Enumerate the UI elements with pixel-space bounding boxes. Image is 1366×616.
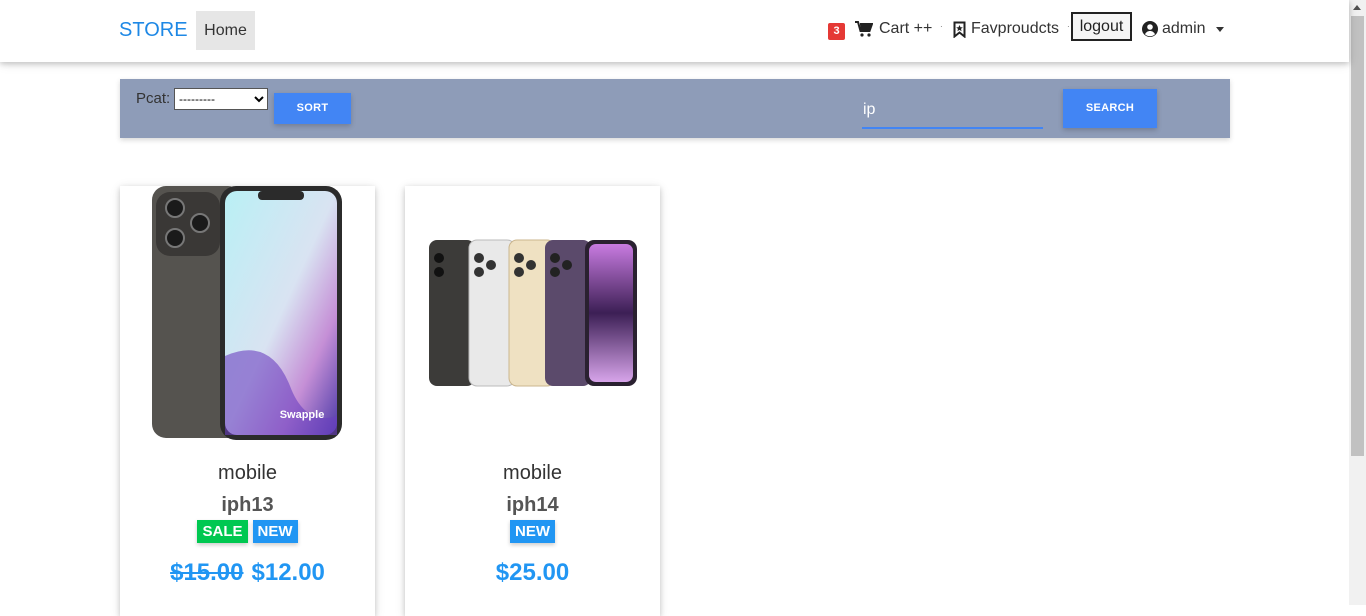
favproducts-label: Favproudcts bbox=[971, 20, 1060, 37]
search-button[interactable]: SEARCH bbox=[1063, 89, 1157, 128]
bookmark-icon bbox=[953, 21, 966, 38]
brand-logo[interactable]: STORE bbox=[119, 19, 188, 42]
product-price-block: $25.00 bbox=[405, 559, 660, 587]
search-input[interactable] bbox=[862, 93, 1043, 129]
new-badge: NEW bbox=[252, 520, 298, 543]
user-menu-dropdown[interactable]: admin bbox=[1142, 20, 1224, 38]
product-category: mobile bbox=[503, 462, 562, 484]
pcat-select[interactable]: --------- bbox=[174, 88, 268, 110]
product-tags: SALE NEW bbox=[120, 520, 375, 543]
cart-count-badge: 3 bbox=[828, 23, 845, 40]
pcat-label: Pcat: bbox=[136, 90, 171, 107]
product-card[interactable]: Swapple mobile iph13 SALE NEW $15.00 $12.… bbox=[120, 186, 375, 616]
chevron-down-icon bbox=[1215, 26, 1224, 32]
top-navbar: STORE Home 3 Cart ++ · Favproudcts · log… bbox=[0, 0, 1349, 62]
cart-label: Cart ++ bbox=[879, 20, 933, 37]
product-price-block: $15.00 $12.00 bbox=[120, 559, 375, 587]
product-name[interactable]: iph13 bbox=[120, 494, 375, 517]
cart-icon bbox=[855, 21, 873, 37]
page-scrollbar[interactable] bbox=[1349, 0, 1366, 605]
user-circle-icon bbox=[1142, 21, 1158, 37]
current-price: $25.00 bbox=[495, 559, 570, 586]
scrollbar-thumb[interactable] bbox=[1351, 16, 1364, 456]
sale-badge: SALE bbox=[197, 520, 248, 543]
product-category: mobile bbox=[218, 462, 277, 484]
svg-text:Swapple: Swapple bbox=[280, 409, 325, 421]
current-price: $12.00 bbox=[251, 559, 325, 586]
cart-link[interactable]: Cart ++ bbox=[855, 20, 932, 38]
product-tags: NEW bbox=[405, 520, 660, 543]
product-name[interactable]: iph14 bbox=[405, 494, 660, 517]
new-badge: NEW bbox=[510, 520, 555, 543]
favproducts-link[interactable]: Favproudcts bbox=[953, 20, 1059, 38]
filter-bar: Pcat: --------- SORT SEARCH bbox=[120, 79, 1230, 138]
user-name-label: admin bbox=[1162, 20, 1206, 37]
scroll-up-arrow-icon[interactable] bbox=[1353, 5, 1361, 10]
product-image: Swapple bbox=[152, 186, 342, 440]
logout-button[interactable]: logout bbox=[1071, 12, 1132, 41]
nav-separator: · bbox=[940, 22, 943, 31]
sort-button[interactable]: SORT bbox=[274, 93, 351, 124]
old-price: $15.00 bbox=[170, 559, 244, 586]
product-card[interactable]: mobile iph14 NEW $25.00 bbox=[405, 186, 660, 616]
product-image bbox=[429, 239, 637, 387]
nav-home-link[interactable]: Home bbox=[196, 11, 255, 50]
nav-separator: · bbox=[1067, 22, 1070, 31]
